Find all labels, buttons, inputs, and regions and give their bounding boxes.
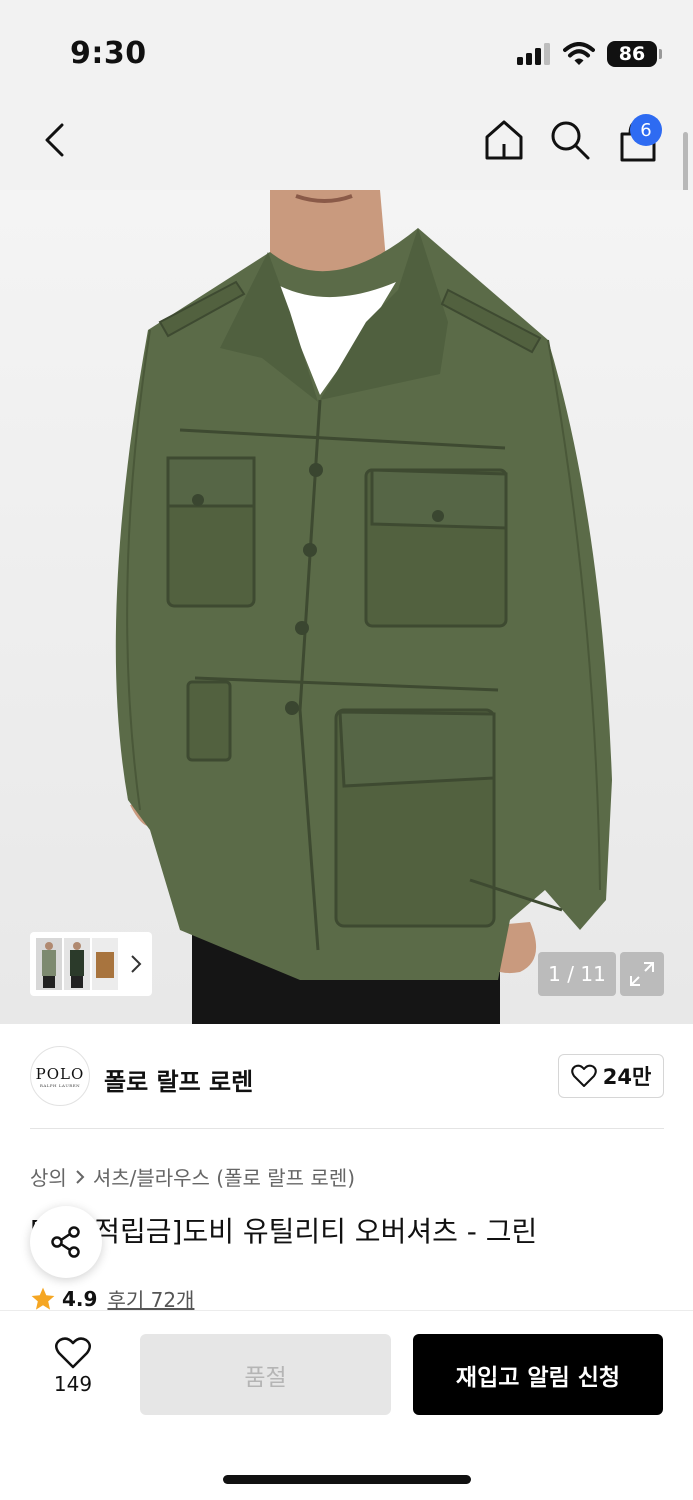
brand-like-button[interactable]: 24만 (558, 1054, 664, 1098)
product-image[interactable] (0, 190, 693, 1024)
star-icon (31, 1287, 55, 1310)
divider (30, 1128, 664, 1129)
cart-count-badge: 6 (630, 114, 662, 146)
search-icon (551, 121, 590, 160)
wishlist-button[interactable]: 149 (40, 1336, 106, 1408)
product-title: [5% 적립금]도비 유틸리티 오버셔츠 - 그린 (30, 1215, 538, 1248)
brand-logo[interactable]: POLO RALPH LAUREN (30, 1046, 90, 1106)
battery-indicator: 86 (607, 41, 662, 67)
thumbnail-image (92, 938, 118, 990)
thumbnail-image (64, 938, 90, 990)
restock-alert-button[interactable]: 재입고 알림 신청 (413, 1334, 663, 1415)
wifi-icon (563, 42, 595, 65)
brand-logo-text: POLO (35, 1064, 85, 1083)
thumbnail-strip[interactable] (30, 932, 152, 996)
image-counter: 1 / 11 (538, 952, 616, 996)
home-button[interactable] (482, 118, 526, 162)
breadcrumb: 상의 셔츠/블라우스 (폴로 랄프 로렌) (30, 1162, 355, 1191)
chevron-right-icon (131, 955, 142, 973)
status-time: 9:30 (70, 36, 147, 71)
heart-icon (570, 1064, 597, 1087)
product-photo (115, 190, 613, 1024)
signal-icon (517, 43, 550, 65)
home-indicator[interactable] (223, 1475, 471, 1484)
back-button[interactable] (32, 118, 76, 162)
expand-button[interactable] (620, 952, 664, 996)
review-link[interactable]: 후기 72개 (107, 1284, 194, 1313)
breadcrumb-item[interactable]: 상의 (30, 1162, 67, 1191)
share-button[interactable] (30, 1206, 102, 1278)
thumbnail-image (36, 938, 62, 990)
rating-value: 4.9 (62, 1286, 98, 1311)
brand-logo-subtext: RALPH LAUREN (39, 1082, 81, 1088)
brand-name[interactable]: 폴로 랄프 로렌 (104, 1062, 253, 1097)
status-icons: 86 (517, 38, 662, 70)
chevron-left-icon (45, 123, 64, 157)
rating-row: 4.9 후기 72개 (30, 1284, 194, 1313)
brand-like-count: 24만 (602, 1065, 652, 1089)
top-area: 9:30 86 6 1 / 11 (0, 0, 693, 1024)
chevron-right-icon (76, 1169, 85, 1184)
wishlist-count: 149 (53, 1372, 93, 1396)
search-button[interactable] (548, 118, 592, 162)
expand-icon (630, 962, 654, 986)
share-icon (51, 1226, 80, 1258)
soldout-button: 품절 (140, 1334, 391, 1415)
breadcrumb-item[interactable]: 셔츠/블라우스 (폴로 랄프 로렌) (93, 1162, 355, 1191)
heart-icon (55, 1337, 91, 1369)
home-icon (485, 120, 523, 160)
